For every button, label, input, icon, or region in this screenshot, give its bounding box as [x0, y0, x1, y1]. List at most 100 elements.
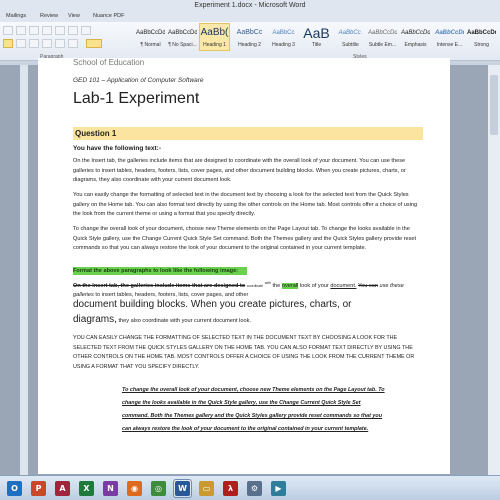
- access-icon: A: [55, 481, 70, 496]
- strike-text-2: You can: [357, 282, 378, 289]
- tab-review[interactable]: Review: [40, 11, 58, 22]
- onenote-taskbar-button[interactable]: N: [101, 479, 120, 498]
- align-left-button[interactable]: [3, 39, 13, 48]
- style-name: Heading 2: [238, 42, 261, 48]
- document-page[interactable]: School of Education GED 101 – Applicatio…: [38, 58, 450, 474]
- style-title[interactable]: AaB Title: [301, 23, 332, 51]
- style-name: Heading 1: [203, 42, 226, 48]
- chrome-icon: ◎: [151, 481, 166, 496]
- word-taskbar-button[interactable]: W: [173, 479, 192, 498]
- style-strong[interactable]: AaBbCcDd Strong: [466, 23, 497, 51]
- style-name: Strong: [474, 42, 489, 48]
- style-heading-1[interactable]: AaBb( Heading 1: [199, 23, 230, 51]
- style-sample: AaBbCcDd: [136, 30, 165, 36]
- style-no-spaci[interactable]: AaBbCcDd ¶ No Spaci...: [167, 23, 198, 51]
- style-sample: AaBbCcDd: [368, 30, 397, 36]
- tab-nuance-pdf[interactable]: Nuance PDF: [93, 11, 125, 22]
- window-title: Experiment 1.docx - Microsoft Word: [194, 2, 306, 9]
- style-intense-e[interactable]: AaBbCcDd Intense E...: [434, 23, 465, 51]
- firefox-icon: ◉: [127, 481, 142, 496]
- text-look-of: look of your: [299, 282, 329, 289]
- course-line: GED 101 – Application of Computer Softwa…: [73, 77, 204, 84]
- highlighted-text: overall: [281, 282, 299, 289]
- explorer-taskbar-button[interactable]: ▭: [197, 479, 216, 498]
- vertical-ruler: [20, 65, 28, 475]
- style-heading-2[interactable]: AaBbCc Heading 2: [234, 23, 265, 51]
- caps-paragraph: YOU CAN EASILY CHANGE THE FORMATTING OF …: [73, 335, 415, 370]
- ribbon-tabs: Mailings Review View Nuance PDF: [0, 11, 500, 22]
- text-the: the: [272, 282, 281, 289]
- onenote-icon: N: [103, 481, 118, 496]
- numbering-button[interactable]: [16, 26, 26, 35]
- style-name: Subtle Em...: [368, 42, 397, 48]
- style-name: Heading 3: [272, 42, 295, 48]
- style-sample: AaBbCcDd: [401, 30, 430, 36]
- bullets-button[interactable]: [3, 26, 13, 35]
- normal-text: they also coordinate with your current d…: [118, 318, 251, 324]
- decrease-indent-button[interactable]: [42, 26, 52, 35]
- tab-view[interactable]: View: [68, 11, 80, 22]
- style-sample: AaBbCcDd: [435, 30, 464, 36]
- style-sample: AaBbCcDd: [168, 30, 197, 36]
- style-sample: AaBbCc: [236, 29, 263, 36]
- media-taskbar-button[interactable]: ▶: [269, 479, 288, 498]
- style-name: Subtitle: [342, 42, 359, 48]
- access-taskbar-button[interactable]: A: [53, 479, 72, 498]
- explorer-icon: ▭: [199, 481, 214, 496]
- vertical-scrollbar[interactable]: [488, 65, 500, 475]
- style-normal[interactable]: AaBbCcDd ¶ Normal: [135, 23, 166, 51]
- outlook-icon: O: [7, 481, 22, 496]
- style-sample: AaBbCc.: [338, 30, 363, 36]
- style-name: ¶ No Spaci...: [168, 42, 197, 48]
- paragraph-1: On the Insert tab, the galleries include…: [73, 158, 406, 183]
- question-subheading: You have the following text:-: [73, 145, 161, 152]
- style-name: Intense E...: [436, 42, 463, 48]
- outlook-taskbar-button[interactable]: O: [5, 479, 24, 498]
- shading-button[interactable]: [68, 39, 78, 48]
- chrome-taskbar-button[interactable]: ◎: [149, 479, 168, 498]
- paragraph-3: To change the overall look of your docum…: [73, 226, 417, 251]
- borders-button[interactable]: [86, 39, 102, 48]
- strike-text: On the Insert tab, the galleries include…: [73, 282, 246, 289]
- acrobat-taskbar-button[interactable]: λ: [221, 479, 240, 498]
- style-name: Emphasis: [404, 42, 427, 48]
- excel-icon: X: [79, 481, 94, 496]
- multilevel-list-button[interactable]: [29, 26, 39, 35]
- acrobat-icon: λ: [223, 481, 238, 496]
- style-sample: AaBbCc: [272, 30, 295, 36]
- style-emphasis[interactable]: AaBbCcDd Emphasis: [400, 23, 431, 51]
- small-text: coordinate: [246, 283, 264, 288]
- excel-taskbar-button[interactable]: X: [77, 479, 96, 498]
- powerpoint-icon: P: [31, 481, 46, 496]
- style-sample: AaBb(: [200, 27, 229, 38]
- style-name: ¶ Normal: [140, 42, 161, 48]
- ribbon: Paragraph Styles AaBbCcDd ¶ Normal AaBbCcD…: [0, 22, 500, 61]
- tab-mailings[interactable]: Mailings: [6, 11, 26, 22]
- settings-taskbar-button[interactable]: ⚙: [245, 479, 264, 498]
- style-subtle-em[interactable]: AaBbCcDd Subtle Em...: [367, 23, 398, 51]
- style-subtitle[interactable]: AaBbCc. Subtitle: [335, 23, 366, 51]
- partial-heading: School of Education: [73, 58, 145, 67]
- show-marks-button[interactable]: [81, 26, 91, 35]
- paragraph-2: You can easily change the formatting of …: [73, 192, 418, 217]
- style-sample: AaB: [303, 25, 330, 41]
- large-text-line-2: diagrams, they also coordinate with your…: [73, 314, 423, 327]
- justify-button[interactable]: [42, 39, 52, 48]
- align-center-button[interactable]: [16, 39, 26, 48]
- lab-title: Lab-1 Experiment: [73, 90, 200, 107]
- settings-icon: ⚙: [247, 481, 262, 496]
- media-icon: ▶: [271, 481, 286, 496]
- style-heading-3[interactable]: AaBbCc Heading 3: [268, 23, 299, 51]
- powerpoint-taskbar-button[interactable]: P: [29, 479, 48, 498]
- sort-button[interactable]: [68, 26, 78, 35]
- line-spacing-button[interactable]: [55, 39, 65, 48]
- increase-indent-button[interactable]: [55, 26, 65, 35]
- style-sample: AaBbCcDd: [467, 30, 496, 36]
- firefox-taskbar-button[interactable]: ◉: [125, 479, 144, 498]
- word-icon: W: [175, 481, 190, 496]
- scrollbar-thumb[interactable]: [490, 75, 498, 135]
- taskbar: O P A X N ◉ ◎ W ▭ λ ⚙ ▶: [0, 475, 500, 500]
- question-heading: Question 1: [73, 127, 423, 140]
- large-text-line: document building blocks. When you creat…: [73, 299, 352, 310]
- align-right-button[interactable]: [29, 39, 39, 48]
